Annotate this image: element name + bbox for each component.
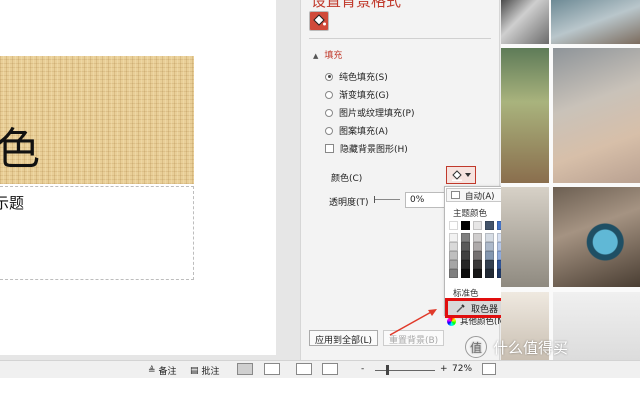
transparency-label: 透明度(T): [329, 198, 369, 208]
option-hide-background-graphics[interactable]: 隐藏背景图形(H): [325, 142, 408, 155]
transparency-slider[interactable]: [374, 196, 400, 203]
radio-picture-fill[interactable]: [325, 108, 333, 117]
collapse-triangle-icon: ▲: [313, 52, 319, 60]
theme-color-swatch[interactable]: [461, 221, 470, 230]
notes-button[interactable]: ≜ 备注: [148, 364, 177, 378]
zoom-in-button[interactable]: +: [440, 364, 448, 374]
watermark-text: 什么值得买: [493, 338, 569, 357]
theme-color-swatch[interactable]: [473, 251, 482, 260]
theme-color-column: [485, 221, 494, 278]
theme-color-swatch[interactable]: [473, 221, 482, 230]
radio-solid-fill[interactable]: [325, 72, 333, 81]
theme-color-swatch[interactable]: [461, 233, 470, 242]
eyedropper-label: 取色器: [471, 304, 499, 315]
theme-colors-label: 主题颜色: [453, 209, 488, 219]
theme-color-swatch[interactable]: [449, 221, 458, 230]
fill-section-label: 填充: [324, 51, 343, 61]
zoom-level[interactable]: 72%: [452, 364, 472, 374]
theme-color-swatch[interactable]: [449, 233, 458, 242]
notes-icon: ≜: [148, 365, 156, 376]
photo-thumbnail: [501, 48, 549, 183]
option-label: 图片或纹理填充(P): [339, 109, 415, 119]
theme-color-swatch[interactable]: [473, 260, 482, 269]
option-picture-fill[interactable]: 图片或纹理填充(P): [325, 106, 414, 119]
theme-color-swatch[interactable]: [485, 251, 494, 260]
slide-sorter-view-icon[interactable]: [264, 363, 280, 375]
theme-color-swatch[interactable]: [485, 260, 494, 269]
subtitle-text[interactable]: 示题: [0, 192, 24, 213]
status-bar: ≜ 备注 ▤ 批注 - + 72%: [0, 360, 640, 378]
chevron-down-icon: [465, 173, 471, 177]
normal-view-icon[interactable]: [237, 363, 253, 375]
theme-color-swatch[interactable]: [449, 260, 458, 269]
site-watermark: 值 什么值得买: [465, 336, 568, 358]
slideshow-view-icon[interactable]: [322, 363, 338, 375]
fill-tab-button[interactable]: [309, 11, 329, 31]
photo-thumbnail: [501, 0, 549, 44]
theme-color-swatch[interactable]: [461, 260, 470, 269]
zoom-slider-thumb[interactable]: [386, 365, 389, 375]
theme-color-swatch[interactable]: [485, 242, 494, 251]
watermark-badge-icon: 值: [465, 336, 487, 358]
comments-label: 批注: [201, 367, 220, 377]
pane-divider: [309, 38, 491, 39]
slide-canvas[interactable]: 色 示题: [0, 0, 276, 355]
automatic-label: 自动(A): [465, 192, 495, 202]
zoom-slider[interactable]: [375, 370, 435, 371]
comments-button[interactable]: ▤ 批注: [190, 364, 220, 378]
option-solid-fill[interactable]: 纯色填充(S): [325, 70, 388, 83]
pane-title: 设置背景格式: [311, 0, 402, 10]
reading-view-icon[interactable]: [296, 363, 312, 375]
theme-color-swatch[interactable]: [449, 251, 458, 260]
eyedropper-icon: [456, 304, 465, 313]
theme-color-swatch[interactable]: [485, 233, 494, 242]
checkbox-hide-graphics[interactable]: [325, 144, 334, 153]
zoom-out-button[interactable]: -: [361, 364, 364, 374]
reset-background-button[interactable]: 重置背景(B): [383, 330, 445, 346]
bottom-blank-strip: [0, 378, 640, 405]
transparency-input[interactable]: 0%: [405, 192, 445, 208]
theme-color-swatch[interactable]: [449, 242, 458, 251]
option-gradient-fill[interactable]: 渐变填充(G): [325, 88, 389, 101]
notes-label: 备注: [158, 367, 177, 377]
slide-editor: 色 示题: [0, 0, 300, 360]
subtitle-placeholder[interactable]: [0, 186, 194, 280]
theme-color-column: [461, 221, 470, 278]
theme-color-swatch[interactable]: [473, 233, 482, 242]
option-label: 纯色填充(S): [339, 73, 388, 83]
theme-color-swatch[interactable]: [461, 251, 470, 260]
theme-color-swatch[interactable]: [485, 269, 494, 278]
radio-gradient-fill[interactable]: [325, 90, 333, 99]
theme-color-swatch[interactable]: [461, 242, 470, 251]
option-label: 图案填充(A): [339, 127, 389, 137]
automatic-swatch: [451, 191, 460, 199]
photo-cat-paw: [553, 48, 640, 183]
fill-color-dropdown-button[interactable]: [446, 166, 476, 184]
radio-pattern-fill[interactable]: [325, 126, 333, 135]
theme-color-swatch[interactable]: [485, 221, 494, 230]
theme-color-swatch[interactable]: [473, 242, 482, 251]
title-text[interactable]: 色: [0, 128, 40, 172]
photo-thumbnail: [551, 0, 640, 44]
option-label: 隐藏背景图形(H): [340, 145, 408, 155]
comment-icon: ▤: [190, 365, 199, 376]
photo-cat-goggles: [553, 187, 640, 287]
fit-to-window-icon[interactable]: [482, 363, 496, 375]
theme-color-column: [473, 221, 482, 278]
fill-section-header[interactable]: ▲ 填充: [313, 48, 342, 61]
option-label: 渐变填充(G): [339, 91, 389, 101]
apply-to-all-button[interactable]: 应用到全部(L): [309, 330, 379, 346]
theme-color-column: [449, 221, 458, 278]
paint-bucket-icon: [452, 170, 462, 181]
option-pattern-fill[interactable]: 图案填充(A): [325, 124, 388, 137]
theme-color-swatch[interactable]: [461, 269, 470, 278]
theme-color-swatch[interactable]: [473, 269, 482, 278]
photo-thumbnail: [501, 187, 549, 287]
theme-color-swatch[interactable]: [449, 269, 458, 278]
paint-bucket-icon: [313, 14, 326, 26]
photo-collage: [501, 0, 640, 360]
color-label: 颜色(C): [331, 174, 363, 184]
